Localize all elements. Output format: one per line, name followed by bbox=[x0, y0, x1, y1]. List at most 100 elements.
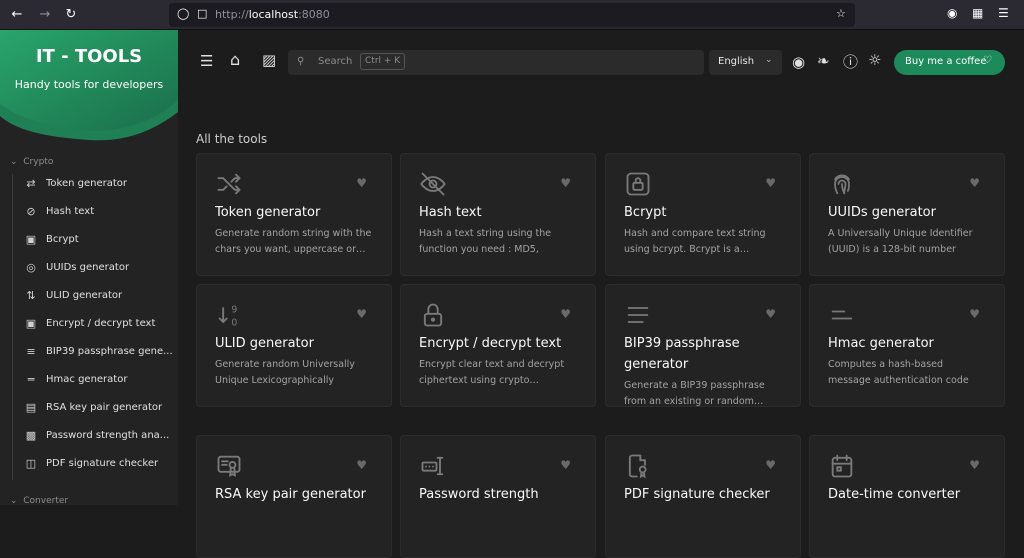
favorite-heart-icon[interactable]: ♥ bbox=[765, 458, 776, 472]
page-icon: □ bbox=[197, 7, 208, 20]
card-description: A Universally Unique Identifier (UUID) i… bbox=[828, 228, 973, 255]
sort-numeric-icon: ⇅ bbox=[26, 289, 36, 302]
tool-card-hmac[interactable]: ♥ Hmac generator Computes a hash-based m… bbox=[809, 284, 1005, 407]
sidebar-item-uuids-generator[interactable]: ◎ UUIDs generator bbox=[24, 259, 176, 281]
favorite-heart-icon[interactable]: ♥ bbox=[765, 307, 776, 321]
favorite-heart-icon[interactable]: ♥ bbox=[969, 458, 980, 472]
shield-icon[interactable]: ◯ bbox=[177, 7, 189, 20]
sidebar-item-token-generator[interactable]: ⇄ Token generator bbox=[24, 175, 176, 197]
certificate-icon: ▤ bbox=[25, 401, 37, 414]
sidebar-item-ulid-generator[interactable]: ⇅ ULID generator bbox=[24, 287, 176, 309]
app-subtitle: Handy tools for developers bbox=[14, 78, 164, 91]
extensions-icon[interactable]: ▦ bbox=[972, 6, 983, 20]
card-title: ULID generator bbox=[215, 336, 314, 351]
svg-text:0: 0 bbox=[231, 318, 237, 329]
heart-icon: ♡ bbox=[983, 55, 992, 66]
sidebar-item-hash-text[interactable]: ⊘ Hash text bbox=[24, 203, 176, 225]
search-bar[interactable]: ⚲ Search Ctrl + K bbox=[288, 50, 704, 75]
url-bar[interactable]: ◯ □ http://localhost:8080 ☆ bbox=[169, 3, 855, 27]
align-justified-icon: ≡ bbox=[26, 345, 36, 358]
calendar-icon bbox=[828, 452, 856, 480]
favorite-heart-icon[interactable]: ♥ bbox=[560, 307, 571, 321]
sidebar-item-pdf-signature[interactable]: ◫ PDF signature checker bbox=[24, 455, 176, 477]
app-title[interactable]: IT - TOOLS bbox=[0, 46, 178, 67]
card-title: BIP39 passphrase generator bbox=[624, 336, 740, 372]
short-text-icon bbox=[828, 301, 856, 329]
favorite-heart-icon[interactable]: ♥ bbox=[356, 307, 367, 321]
main-content: ☰ ⌂ ▨ ⚲ Search Ctrl + K English ⌄ ◉ ❧ ⓘ … bbox=[178, 30, 1024, 558]
card-title: Token generator bbox=[215, 205, 321, 220]
tool-card-bcrypt[interactable]: ♥ Bcrypt Hash and compare text string us… bbox=[605, 153, 801, 276]
github-icon[interactable]: ◉ bbox=[792, 53, 805, 71]
category-line bbox=[12, 174, 13, 480]
lock-icon: ▣ bbox=[25, 317, 37, 330]
eye-off-icon bbox=[419, 170, 447, 198]
shuffle-icon: ⇄ bbox=[26, 177, 36, 190]
tool-card-date-time[interactable]: ♥ Date-time converter bbox=[809, 435, 1005, 558]
favorite-heart-icon[interactable]: ♥ bbox=[356, 176, 367, 190]
lock-square-icon: ▣ bbox=[25, 233, 37, 246]
language-select[interactable]: English ⌄ bbox=[709, 50, 782, 75]
fingerprint-icon bbox=[828, 170, 856, 198]
section-title: All the tools bbox=[196, 132, 268, 146]
tool-card-rsa[interactable]: ♥ RSA key pair generator bbox=[196, 435, 392, 558]
sidebar-item-hmac[interactable]: ═ Hmac generator bbox=[24, 371, 176, 393]
sidebar-item-bip39[interactable]: ≡ BIP39 passphrase gene... bbox=[24, 343, 176, 365]
chevron-down-icon: ⌄ bbox=[765, 55, 773, 65]
sidebar-hero: IT - TOOLS Handy tools for developers bbox=[0, 30, 178, 142]
tool-card-bip39[interactable]: ♥ BIP39 passphrase generator Generate a … bbox=[605, 284, 801, 407]
card-description: Generate random Universally Unique Lexic… bbox=[215, 359, 355, 386]
favorite-heart-icon[interactable]: ♥ bbox=[969, 176, 980, 190]
search-shortcut: Ctrl + K bbox=[360, 53, 406, 70]
buy-me-coffee-button[interactable]: Buy me a coffee ♡ bbox=[894, 50, 1005, 75]
sidebar-item-bcrypt[interactable]: ▣ Bcrypt bbox=[24, 231, 176, 253]
account-icon[interactable]: ◉ bbox=[947, 6, 957, 20]
theme-toggle-icon[interactable]: ☼ bbox=[868, 51, 881, 69]
tool-card-password-strength[interactable]: ♥ Password strength bbox=[400, 435, 596, 558]
category-crypto[interactable]: ⌄ Crypto bbox=[10, 157, 53, 167]
sidebar-item-encrypt-decrypt[interactable]: ▣ Encrypt / decrypt text bbox=[24, 315, 176, 337]
url-text: http://localhost:8080 bbox=[215, 8, 330, 21]
back-arrow-icon[interactable]: ← bbox=[8, 6, 26, 24]
align-justified-icon bbox=[624, 301, 652, 329]
fingerprint-icon: ◎ bbox=[26, 261, 36, 274]
card-title: Hash text bbox=[419, 205, 482, 220]
info-icon[interactable]: ⓘ bbox=[843, 51, 858, 72]
tool-card-encrypt-decrypt[interactable]: ♥ Encrypt / decrypt text Encrypt clear t… bbox=[400, 284, 596, 407]
favorite-heart-icon[interactable]: ♥ bbox=[969, 307, 980, 321]
menu-icon[interactable]: ☰ bbox=[998, 6, 1009, 20]
sidebar-item-password-strength[interactable]: ▩ Password strength ana... bbox=[24, 427, 176, 449]
card-title: Date-time converter bbox=[828, 487, 961, 502]
tool-card-hash-text[interactable]: ♥ Hash text Hash a text string using the… bbox=[400, 153, 596, 276]
sort-numeric-icon: 90 bbox=[215, 301, 243, 329]
card-title: UUIDs generator bbox=[828, 205, 936, 220]
search-icon: ⚲ bbox=[297, 56, 305, 67]
tool-card-pdf-signature[interactable]: ♥ PDF signature checker bbox=[605, 435, 801, 558]
sidebar-item-rsa[interactable]: ▤ RSA key pair generator bbox=[24, 399, 176, 421]
card-description: Generate random string with the chars yo… bbox=[215, 228, 372, 255]
file-cert-icon bbox=[624, 452, 652, 480]
tool-card-uuids-generator[interactable]: ♥ UUIDs generator A Universally Unique I… bbox=[809, 153, 1005, 276]
favorite-heart-icon[interactable]: ♥ bbox=[765, 176, 776, 190]
favorite-heart-icon[interactable]: ♥ bbox=[356, 458, 367, 472]
short-text-icon: ═ bbox=[27, 373, 35, 386]
card-title: RSA key pair generator bbox=[215, 487, 366, 502]
home-icon[interactable]: ⌂ bbox=[230, 50, 240, 69]
favorite-heart-icon[interactable]: ♥ bbox=[560, 176, 571, 190]
reload-icon[interactable]: ↻ bbox=[62, 6, 80, 24]
forward-arrow-icon[interactable]: → bbox=[36, 6, 54, 24]
shuffle-icon bbox=[215, 170, 243, 198]
card-title: Password strength bbox=[419, 487, 539, 502]
lock-square-icon bbox=[624, 170, 652, 198]
tool-card-ulid-generator[interactable]: 90 ♥ ULID generator Generate random Univ… bbox=[196, 284, 392, 407]
tool-card-token-generator[interactable]: ♥ Token generator Generate random string… bbox=[196, 153, 392, 276]
password-icon: ▩ bbox=[25, 429, 37, 442]
eye-off-icon: ⊘ bbox=[26, 205, 36, 218]
card-description: Hash a text string using the function yo… bbox=[419, 228, 552, 255]
bookmark-star-icon[interactable]: ☆ bbox=[836, 7, 846, 20]
browser-toolbar: ← → ↻ ◯ □ http://localhost:8080 ☆ ◉ ▦ ☰ bbox=[0, 0, 1024, 30]
hamburger-menu-icon[interactable]: ☰ bbox=[200, 52, 213, 70]
paint-icon[interactable]: ▨ bbox=[262, 51, 276, 69]
favorite-heart-icon[interactable]: ♥ bbox=[560, 458, 571, 472]
twitter-icon[interactable]: ❧ bbox=[817, 52, 830, 70]
